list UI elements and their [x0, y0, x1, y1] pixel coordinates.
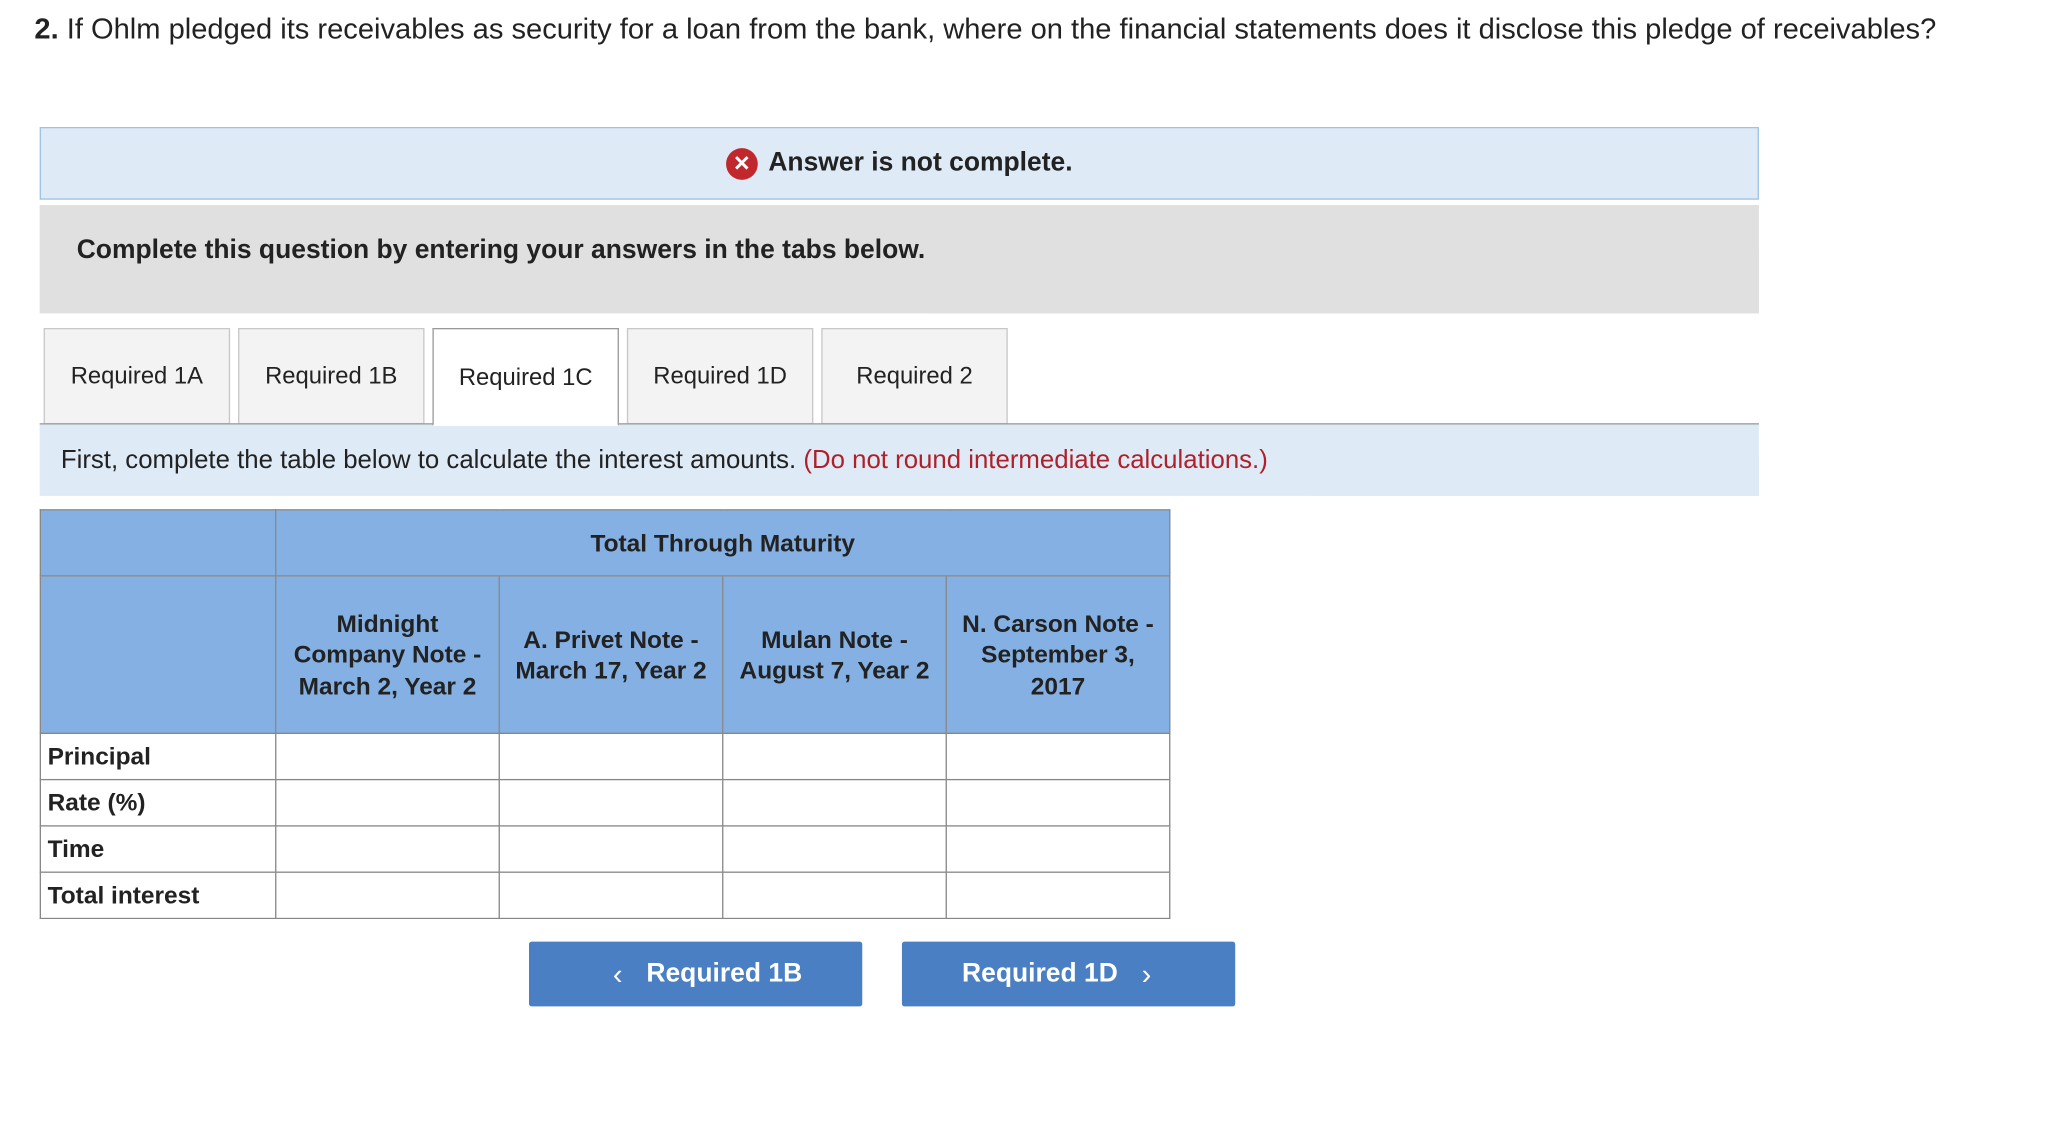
row-label-total-interest: Total interest: [39, 871, 277, 920]
tab-required-1d[interactable]: Required 1D: [626, 327, 814, 425]
table-instruction-text: First, complete the table below to calcu…: [60, 445, 797, 475]
row-label-principal: Principal: [39, 732, 277, 781]
corner-header-cell: [39, 509, 277, 577]
prev-button-label: Required 1B: [646, 958, 803, 988]
answer-status-text: Answer is not complete.: [768, 148, 1073, 178]
column-header-mulan: Mulan Note - August 7, Year 2: [722, 575, 947, 734]
tab-required-1b[interactable]: Required 1B: [238, 327, 425, 425]
prev-required-1b-button[interactable]: ‹ Required 1B: [529, 941, 863, 1007]
total-interest-input-privet[interactable]: [499, 872, 723, 918]
principal-input-carson[interactable]: [946, 733, 1170, 779]
blank-header-cell: [39, 575, 277, 734]
time-input-privet[interactable]: [499, 826, 723, 872]
principal-input-mulan[interactable]: [723, 733, 946, 779]
chevron-left-icon: ‹: [612, 956, 623, 990]
next-required-1d-button[interactable]: Required 1D ›: [901, 941, 1236, 1007]
next-button-label: Required 1D: [962, 958, 1118, 988]
table-row: Time: [39, 825, 1171, 873]
time-input-carson[interactable]: [946, 826, 1170, 872]
page: 2. If Ohlm pledged its receivables as se…: [0, 0, 2054, 1140]
chevron-right-icon: ›: [1141, 956, 1152, 990]
total-interest-input-carson[interactable]: [946, 872, 1170, 918]
answer-status-banner: ✕ Answer is not complete.: [39, 126, 1759, 200]
instruction-panel: Complete this question by entering your …: [39, 204, 1759, 314]
group-header: Total Through Maturity: [275, 509, 1171, 577]
rate-input-carson[interactable]: [946, 780, 1170, 826]
time-input-midnight[interactable]: [276, 826, 499, 872]
principal-input-midnight[interactable]: [276, 733, 499, 779]
tab-required-1a[interactable]: Required 1A: [43, 327, 231, 425]
column-header-midnight: Midnight Company Note - March 2, Year 2: [275, 575, 500, 734]
tab-bar: Required 1A Required 1B Required 1C Requ…: [43, 327, 1016, 426]
time-input-mulan[interactable]: [723, 826, 946, 872]
rate-input-midnight[interactable]: [276, 780, 499, 826]
principal-input-privet[interactable]: [499, 733, 723, 779]
table-instruction: First, complete the table below to calcu…: [39, 424, 1759, 496]
rounding-hint: (Do not round intermediate calculations.…: [803, 445, 1268, 475]
x-circle-icon: ✕: [726, 147, 758, 180]
row-label-time: Time: [39, 825, 277, 873]
table-row: Total interest: [39, 871, 1171, 920]
column-header-privet: A. Privet Note - March 17, Year 2: [498, 575, 724, 734]
table-row: Rate (%): [39, 778, 1171, 827]
total-interest-input-mulan[interactable]: [723, 872, 946, 918]
question-text: 2. If Ohlm pledged its receivables as se…: [34, 11, 1938, 48]
tab-required-2[interactable]: Required 2: [821, 327, 1008, 425]
question-body: If Ohlm pledged its receivables as secur…: [58, 11, 1937, 45]
table-row: Principal: [39, 732, 1171, 781]
question-number: 2.: [34, 11, 59, 45]
interest-table: Total Through Maturity Midnight Company …: [39, 509, 1171, 920]
total-interest-input-midnight[interactable]: [276, 872, 499, 918]
rate-input-privet[interactable]: [499, 780, 723, 826]
column-header-carson: N. Carson Note - September 3, 2017: [945, 575, 1171, 734]
row-label-rate: Rate (%): [39, 778, 277, 827]
instruction-text: Complete this question by entering your …: [76, 235, 926, 265]
tab-required-1c[interactable]: Required 1C: [432, 327, 619, 426]
rate-input-mulan[interactable]: [723, 780, 946, 826]
